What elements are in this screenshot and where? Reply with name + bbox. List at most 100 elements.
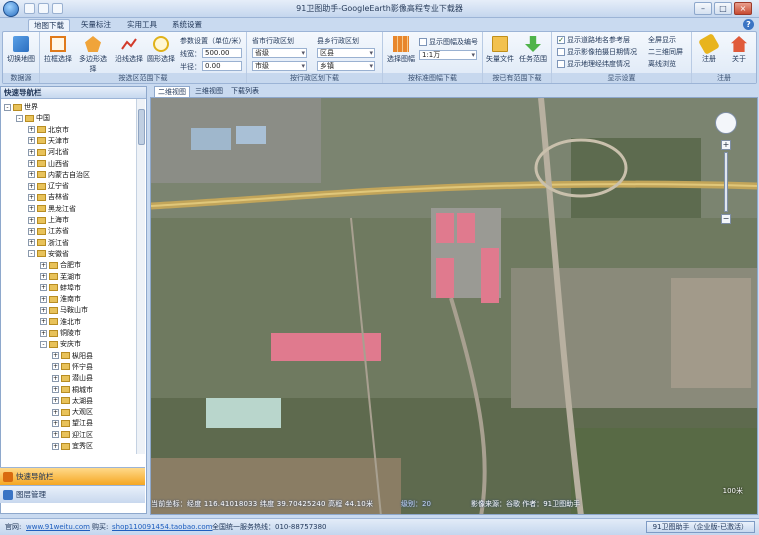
tree-node[interactable]: + 马鞍山市 xyxy=(40,305,88,316)
tab-3d-view[interactable]: 三维视图 xyxy=(192,86,226,97)
tree-node[interactable]: + 蚌埠市 xyxy=(40,283,81,294)
tree-node[interactable]: - 安庆市 xyxy=(40,339,81,350)
expand-toggle-icon[interactable]: + xyxy=(40,261,47,269)
tree-node[interactable]: + 山西省 xyxy=(28,159,69,170)
expand-toggle-icon[interactable]: + xyxy=(52,397,59,405)
layer-manage-tab[interactable]: 图层管理 xyxy=(0,485,145,503)
expand-toggle-icon[interactable]: + xyxy=(28,205,35,213)
select-sheet-button[interactable]: 选择图幅 xyxy=(386,35,416,71)
site-link[interactable]: www.91weitu.com xyxy=(26,520,90,535)
expand-toggle-icon[interactable]: + xyxy=(28,216,35,224)
expand-toggle-icon[interactable]: + xyxy=(52,352,59,360)
expand-toggle-icon[interactable]: + xyxy=(52,442,59,450)
expand-toggle-icon[interactable]: + xyxy=(40,306,47,314)
maximize-button[interactable]: □ xyxy=(714,2,732,15)
vector-file-button[interactable]: 矢量文件 xyxy=(485,35,515,71)
expand-toggle-icon[interactable]: + xyxy=(52,363,59,371)
tree-node[interactable]: + 太湖县 xyxy=(52,396,93,407)
expand-toggle-icon[interactable]: + xyxy=(52,374,59,382)
tree-node[interactable]: + 桐城市 xyxy=(52,385,93,396)
expand-toggle-icon[interactable]: - xyxy=(4,103,11,111)
capture-date-checkbox[interactable] xyxy=(557,48,565,56)
tree-node[interactable]: + 铜陵市 xyxy=(40,328,81,339)
expand-toggle-icon[interactable]: + xyxy=(28,182,35,190)
tree-node[interactable]: + 上海市 xyxy=(28,215,69,226)
minimize-button[interactable]: – xyxy=(694,2,712,15)
tree-node[interactable]: + 潜山县 xyxy=(52,373,93,384)
help-icon[interactable]: ? xyxy=(743,19,754,30)
tab-download-list[interactable]: 下载列表 xyxy=(228,86,262,97)
expand-toggle-icon[interactable]: + xyxy=(28,148,35,156)
zoom-out-button[interactable]: − xyxy=(721,214,731,224)
expand-toggle-icon[interactable]: + xyxy=(40,273,47,280)
offline-browse-button[interactable]: 离线浏览 xyxy=(648,59,676,69)
tab-system-settings[interactable]: 系统设置 xyxy=(167,19,207,31)
latlon-checkbox[interactable] xyxy=(557,60,565,68)
expand-toggle-icon[interactable]: + xyxy=(28,227,35,235)
pan-control-icon[interactable] xyxy=(715,112,737,134)
expand-toggle-icon[interactable]: + xyxy=(28,171,35,179)
road-names-checkbox[interactable]: ✓ xyxy=(557,36,565,44)
tree-scrollbar[interactable] xyxy=(136,99,145,454)
tree-node[interactable]: + 淮南市 xyxy=(40,294,81,305)
tree-node[interactable]: + 合肥市 xyxy=(40,260,81,271)
rect-select-button[interactable]: 拉框选择 xyxy=(43,35,73,71)
expand-toggle-icon[interactable]: + xyxy=(40,318,47,326)
expand-toggle-icon[interactable]: + xyxy=(28,137,35,145)
tab-utilities[interactable]: 实用工具 xyxy=(122,19,162,31)
tree-node[interactable]: + 吉林省 xyxy=(28,192,69,203)
polygon-select-button[interactable]: 多边形选择 xyxy=(76,35,110,73)
fullscreen-button[interactable]: 全屏显示 xyxy=(648,35,676,45)
tree-node[interactable]: + 淮北市 xyxy=(40,317,81,328)
radius-input[interactable]: 0.00 xyxy=(202,61,242,71)
town-select[interactable]: 乡镇 xyxy=(317,61,375,71)
city-select[interactable]: 市级 xyxy=(252,61,307,71)
expand-toggle-icon[interactable]: + xyxy=(28,193,35,201)
dual-view-button[interactable]: 二三维同屏 xyxy=(648,47,683,57)
expand-toggle-icon[interactable]: + xyxy=(28,239,35,247)
district-select[interactable]: 区县 xyxy=(317,48,375,58)
tree-node[interactable]: + 天津市 xyxy=(28,136,69,147)
polyline-select-button[interactable]: 沿线选择 xyxy=(114,35,144,71)
expand-toggle-icon[interactable]: + xyxy=(52,386,59,393)
expand-toggle-icon[interactable]: + xyxy=(52,408,59,416)
register-button[interactable]: 注册 xyxy=(694,33,724,71)
tree-node[interactable]: - 世界 xyxy=(4,102,38,113)
expand-toggle-icon[interactable]: + xyxy=(40,329,47,337)
zoom-slider[interactable] xyxy=(724,152,728,212)
tree-node[interactable]: + 黑龙江省 xyxy=(28,204,76,215)
expand-toggle-icon[interactable]: + xyxy=(52,431,59,439)
tab-2d-view[interactable]: 二维视图 xyxy=(154,86,190,97)
tree-node[interactable]: + 枞阳县 xyxy=(52,351,93,362)
task-range-button[interactable]: 任务范围 xyxy=(518,35,548,71)
satellite-map-view[interactable]: + − 100米 当前坐标：经度 116.41018033 纬度 39.7042… xyxy=(150,97,758,515)
circle-select-button[interactable]: 圆形选择 xyxy=(146,35,176,71)
tree-node[interactable]: + 迎江区 xyxy=(52,430,93,441)
expand-toggle-icon[interactable]: + xyxy=(40,295,47,303)
tree-node[interactable]: + 浙江省 xyxy=(28,238,69,249)
tree-node[interactable]: + 江苏省 xyxy=(28,226,69,237)
expand-toggle-icon[interactable]: - xyxy=(28,250,35,258)
tree-node[interactable]: + 望江县 xyxy=(52,418,93,429)
scrollbar-thumb[interactable] xyxy=(138,109,145,145)
tree-node[interactable]: + 北京市 xyxy=(28,125,69,136)
quick-nav-tab[interactable]: 快速导航栏 xyxy=(0,467,145,485)
width-input[interactable]: 500.00 xyxy=(202,48,242,58)
tree-node[interactable]: + 辽宁省 xyxy=(28,181,69,192)
expand-toggle-icon[interactable]: + xyxy=(52,419,59,427)
expand-toggle-icon[interactable]: + xyxy=(28,126,35,134)
expand-toggle-icon[interactable]: + xyxy=(40,284,47,292)
show-sheet-checkbox[interactable] xyxy=(419,38,427,46)
tab-map-download[interactable]: 地图下载 xyxy=(28,19,70,31)
expand-toggle-icon[interactable]: + xyxy=(28,160,35,167)
shop-link[interactable]: shop110091454.taobao.com xyxy=(112,520,213,535)
tree-node[interactable]: - 中国 xyxy=(16,113,50,124)
tree-node[interactable]: + 芜湖市 xyxy=(40,272,81,283)
province-select[interactable]: 省级 xyxy=(252,48,307,58)
zoom-in-button[interactable]: + xyxy=(721,140,731,150)
tree-node[interactable]: - 安徽省 xyxy=(28,249,69,260)
switch-map-button[interactable]: 切换地图 xyxy=(6,35,36,71)
tree-node[interactable]: + 内蒙古自治区 xyxy=(28,170,90,181)
expand-toggle-icon[interactable]: - xyxy=(40,340,47,348)
tree-node[interactable]: + 河北省 xyxy=(28,147,69,158)
